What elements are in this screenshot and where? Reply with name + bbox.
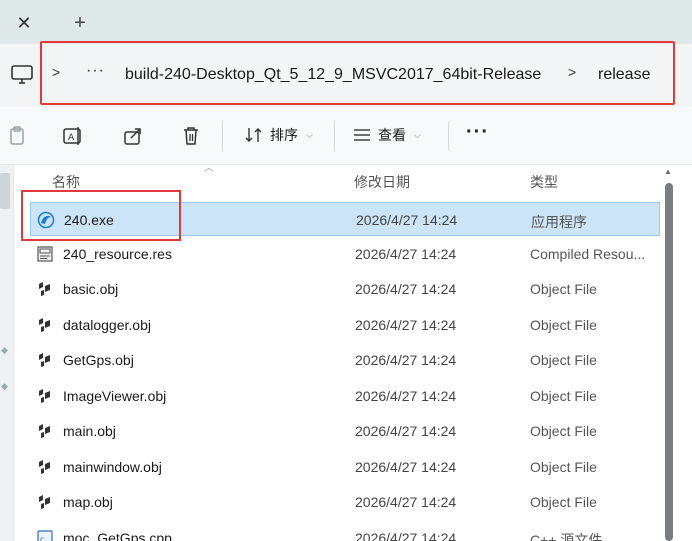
sort-caret-icon: ︿ <box>204 163 214 174</box>
file-type: Object File <box>530 352 597 368</box>
file-type: C++ 源文件 <box>530 532 603 541</box>
address-bar[interactable]: > ··· build-240-Desktop_Qt_5_12_9_MSVC20… <box>0 44 692 107</box>
chevron-down-icon: ⌵ <box>414 129 421 140</box>
paste-icon[interactable] <box>6 125 28 147</box>
toolbar-separator <box>334 121 335 151</box>
column-name-header[interactable]: 名称 <box>52 172 80 192</box>
rename-icon[interactable]: A <box>62 125 84 147</box>
table-row[interactable]: mainwindow.obj 2026/4/27 14:24 Object Fi… <box>30 450 660 484</box>
obj-icon <box>39 353 50 367</box>
file-date: 2026/4/27 14:24 <box>355 246 457 262</box>
file-name: map.obj <box>63 494 113 510</box>
obj-icon <box>39 318 50 332</box>
file-date: 2026/4/27 14:24 <box>356 212 458 228</box>
scroll-thumb[interactable] <box>665 183 673 541</box>
svg-text:A: A <box>68 133 75 143</box>
obj-icon <box>39 424 50 438</box>
table-row[interactable]: basic.obj 2026/4/27 14:24 Object File <box>30 272 660 306</box>
table-row[interactable]: 240_resource.res 2026/4/27 14:24 Compile… <box>30 237 660 271</box>
toolbar-separator <box>222 121 223 151</box>
svg-text:c: c <box>40 535 44 541</box>
view-list-icon <box>354 129 370 141</box>
file-name: main.obj <box>63 423 116 439</box>
table-row[interactable]: main.obj 2026/4/27 14:24 Object File <box>30 414 660 448</box>
this-pc-icon[interactable] <box>10 64 34 86</box>
more-options-button[interactable]: ··· <box>466 121 489 144</box>
table-row[interactable]: c moc_GetGps.cpp 2026/4/27 14:24 C++ 源文件 <box>30 521 660 541</box>
file-type: Object File <box>530 423 597 439</box>
cpp-icon: c <box>37 530 53 541</box>
new-tab-button[interactable]: + <box>66 10 94 36</box>
file-list: ◆ ◆ ︿ 名称 修改日期 类型 240.exe 2026/4/27 14:24… <box>0 163 692 541</box>
file-date: 2026/4/27 14:24 <box>355 530 457 541</box>
share-icon[interactable] <box>122 125 144 147</box>
file-name: GetGps.obj <box>63 352 134 368</box>
obj-icon <box>39 389 50 403</box>
sort-icon <box>245 128 262 142</box>
vertical-scrollbar[interactable]: ▲ <box>664 165 678 541</box>
table-row[interactable]: datalogger.obj 2026/4/27 14:24 Object Fi… <box>30 308 660 342</box>
obj-icon <box>39 282 50 296</box>
close-tab-button[interactable]: ✕ <box>10 10 38 36</box>
sort-label: 排序 <box>270 127 298 143</box>
pin-icon: ◆ <box>1 345 8 355</box>
file-name: mainwindow.obj <box>63 459 162 475</box>
app-icon <box>37 211 55 229</box>
file-name: 240_resource.res <box>63 246 172 262</box>
file-type: Compiled Resou... <box>530 246 646 262</box>
sort-button[interactable]: 排序 ⌵ <box>244 125 313 145</box>
file-name: datalogger.obj <box>63 317 151 333</box>
toolbar-separator <box>448 121 449 151</box>
obj-icon <box>39 495 50 509</box>
view-button[interactable]: 查看 ⌵ <box>352 125 421 145</box>
obj-icon <box>39 460 50 474</box>
view-label: 查看 <box>378 127 406 143</box>
table-row[interactable]: map.obj 2026/4/27 14:24 Object File <box>30 485 660 519</box>
file-name: moc_GetGps.cpp <box>63 530 172 541</box>
pin-icon: ◆ <box>1 381 8 391</box>
breadcrumb-build-folder[interactable]: build-240-Desktop_Qt_5_12_9_MSVC2017_64b… <box>125 66 541 84</box>
file-name: basic.obj <box>63 281 119 297</box>
column-type-header[interactable]: 类型 <box>530 172 558 192</box>
file-date: 2026/4/27 14:24 <box>355 317 457 333</box>
file-date: 2026/4/27 14:24 <box>355 459 457 475</box>
table-row[interactable]: GetGps.obj 2026/4/27 14:24 Object File <box>30 343 660 377</box>
file-date: 2026/4/27 14:24 <box>355 388 457 404</box>
breadcrumb-release-folder[interactable]: release <box>598 66 650 84</box>
file-type: Object File <box>530 388 597 404</box>
navigation-pane-edge[interactable]: ◆ ◆ <box>0 165 14 541</box>
nav-scroll-thumb[interactable] <box>0 173 10 209</box>
delete-icon[interactable] <box>180 125 202 147</box>
column-header: ︿ 名称 修改日期 类型 <box>14 163 664 195</box>
file-type: 应用程序 <box>531 214 587 230</box>
table-row[interactable]: ImageViewer.obj 2026/4/27 14:24 Object F… <box>30 379 660 413</box>
file-name: 240.exe <box>64 212 114 228</box>
res-icon <box>37 246 53 262</box>
file-type: Object File <box>530 494 597 510</box>
column-date-header[interactable]: 修改日期 <box>354 172 410 192</box>
chevron-down-icon: ⌵ <box>306 129 313 140</box>
title-bar: ✕ + <box>0 0 692 44</box>
file-date: 2026/4/27 14:24 <box>355 423 457 439</box>
breadcrumb-overflow-button[interactable]: ··· <box>86 62 105 80</box>
file-type: Object File <box>530 281 597 297</box>
file-date: 2026/4/27 14:24 <box>355 494 457 510</box>
chevron-right-icon[interactable]: > <box>568 64 576 80</box>
file-date: 2026/4/27 14:24 <box>355 281 457 297</box>
scroll-up-icon[interactable]: ▲ <box>664 167 672 176</box>
file-date: 2026/4/27 14:24 <box>355 352 457 368</box>
table-row[interactable]: 240.exe 2026/4/27 14:24 应用程序 <box>30 202 660 236</box>
command-bar: A 排序 ⌵ 查看 ⌵ ··· <box>0 107 692 165</box>
file-type: Object File <box>530 459 597 475</box>
chevron-right-icon[interactable]: > <box>52 64 60 80</box>
file-name: ImageViewer.obj <box>63 388 167 404</box>
file-type: Object File <box>530 317 597 333</box>
